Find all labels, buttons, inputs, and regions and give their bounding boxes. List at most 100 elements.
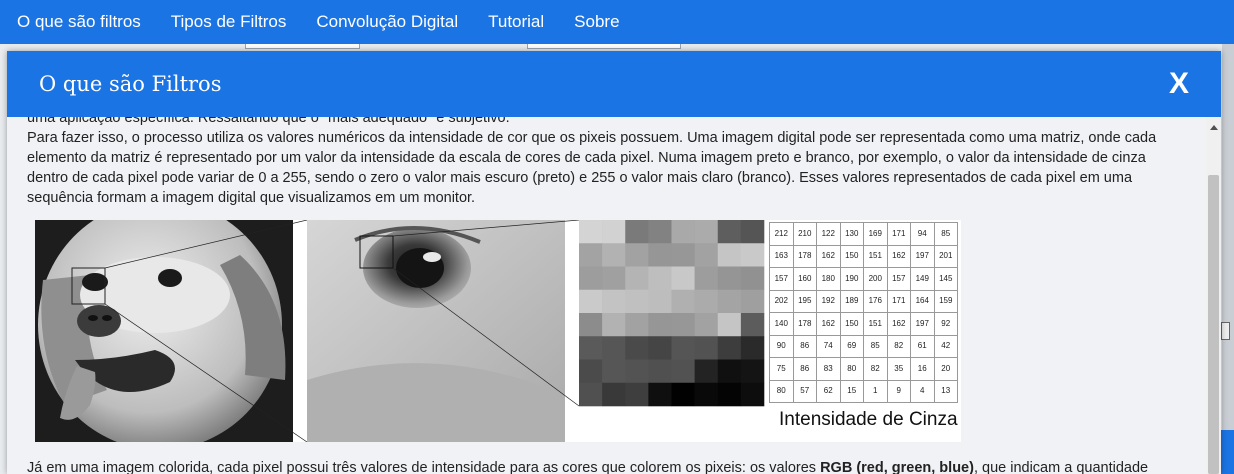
pixel-cell	[648, 359, 672, 384]
matrix-cell: 200	[863, 267, 888, 291]
modal-scrollbar[interactable]	[1206, 117, 1221, 474]
matrix-cell: 178	[792, 244, 817, 268]
pixel-cell	[694, 382, 719, 407]
nav-item-tipos-de-filtros[interactable]: Tipos de Filtros	[156, 0, 302, 44]
pixel-cell	[625, 243, 649, 267]
matrix-cell: 202	[769, 289, 794, 313]
pixel-cell	[602, 220, 626, 244]
pixel-cell	[671, 243, 695, 267]
rgb-text-start: Já em uma imagem colorida, cada pixel po…	[27, 460, 821, 474]
pixel-cell	[717, 313, 742, 337]
matrix-cell: 210	[792, 222, 817, 246]
rgb-text-end: , que indicam a quantidade	[973, 460, 1149, 474]
matrix-cell: 197	[910, 312, 935, 336]
pixel-cell	[625, 359, 649, 384]
matrix-cell: 94	[910, 222, 935, 246]
pixel-cell	[579, 243, 603, 267]
nav-item-o-que-sao-filtros[interactable]: O que são filtros	[2, 0, 156, 44]
matrix-cell: 159	[933, 289, 958, 313]
matrix-cell: 86	[792, 334, 817, 358]
pixel-cell	[717, 243, 742, 267]
matrix-cell: 82	[886, 334, 911, 358]
pixel-cell	[694, 313, 719, 337]
pixel-cell	[740, 266, 765, 291]
pixel-cell	[740, 243, 765, 267]
matrix-cell: 190	[839, 267, 864, 291]
modal-title: O que são Filtros	[39, 72, 222, 96]
pixel-cell	[648, 313, 672, 337]
matrix-cell: 157	[769, 267, 794, 291]
matrix-cell: 178	[792, 312, 817, 336]
body-text: uma aplicação específica. Ressaltando qu…	[27, 108, 1187, 208]
matrix-cell: 162	[816, 312, 841, 336]
matrix-cell: 151	[863, 244, 888, 268]
matrix-cell: 212	[769, 222, 794, 246]
backdrop-bar	[1221, 430, 1234, 474]
nav-item-convolucao-digital[interactable]: Convolução Digital	[301, 0, 473, 44]
pixel-cell	[579, 313, 603, 337]
pixel-cell	[717, 220, 742, 244]
matrix-cell: 145	[933, 267, 958, 291]
matrix-cell: 75	[769, 357, 794, 381]
pixel-cell	[648, 266, 672, 291]
pixel-cell	[579, 336, 603, 360]
pixel-cell	[671, 313, 695, 337]
pixel-cell	[602, 382, 626, 407]
pixel-cell	[740, 220, 765, 244]
matrix-cell: 195	[792, 289, 817, 313]
pixel-cell	[602, 359, 626, 384]
figure-caption: Intensidade de Cinza	[779, 409, 958, 430]
pixel-cell	[740, 359, 765, 384]
paragraph: Para fazer isso, o processo utiliza os v…	[27, 130, 1157, 206]
scroll-up-arrow-icon[interactable]	[1210, 125, 1218, 130]
backdrop-control	[245, 44, 360, 49]
backdrop-control	[527, 44, 681, 49]
nav-item-sobre[interactable]: Sobre	[559, 0, 634, 44]
pixel-cell	[717, 336, 742, 360]
top-navbar: O que são filtros Tipos de Filtros Convo…	[0, 0, 1234, 44]
pixel-cell	[694, 220, 719, 244]
pixel-cell	[625, 336, 649, 360]
zoomed-eye	[307, 220, 565, 442]
matrix-cell: 83	[816, 357, 841, 381]
pixel-cell	[740, 382, 765, 407]
pixel-cell	[717, 289, 742, 314]
pixel-cell	[625, 313, 649, 337]
matrix-cell: 62	[816, 379, 841, 403]
rgb-text-bold: RGB (red, green, blue)	[820, 460, 974, 474]
matrix-cell: 69	[839, 334, 864, 358]
matrix-cell: 151	[863, 312, 888, 336]
pixel-cell	[602, 243, 626, 267]
pixel-cell	[602, 336, 626, 360]
pixel-cell	[602, 313, 626, 337]
pixel-cell	[579, 359, 603, 384]
pixel-cell	[602, 266, 626, 291]
matrix-cell: 201	[933, 244, 958, 268]
scroll-thumb[interactable]	[1208, 175, 1219, 474]
pixel-cell	[671, 382, 695, 407]
matrix-cell: 1	[863, 379, 888, 403]
pixel-cell	[671, 336, 695, 360]
nav-item-tutorial[interactable]: Tutorial	[473, 0, 559, 44]
matrix-cell: 9	[886, 379, 911, 403]
pixel-cell	[671, 289, 695, 314]
pixel-cell	[625, 382, 649, 407]
matrix-cell: 162	[886, 312, 911, 336]
matrix-cell: 61	[910, 334, 935, 358]
pixel-cell	[671, 359, 695, 384]
pixel-cell	[694, 243, 719, 267]
pixel-cell	[579, 382, 603, 407]
pixel-cell	[671, 266, 695, 291]
pixel-cell	[625, 289, 649, 314]
matrix-cell: 4	[910, 379, 935, 403]
rgb-paragraph: Já em uma imagem colorida, cada pixel po…	[27, 458, 1187, 474]
pixel-cell	[602, 289, 626, 314]
pixel-cell	[648, 243, 672, 267]
matrix-cell: 171	[886, 222, 911, 246]
pixel-cell	[717, 359, 742, 384]
matrix-cell: 130	[839, 222, 864, 246]
pixel-cell	[648, 220, 672, 244]
matrix-cell: 189	[839, 289, 864, 313]
matrix-cell: 20	[933, 357, 958, 381]
close-button[interactable]: X	[1169, 67, 1189, 101]
